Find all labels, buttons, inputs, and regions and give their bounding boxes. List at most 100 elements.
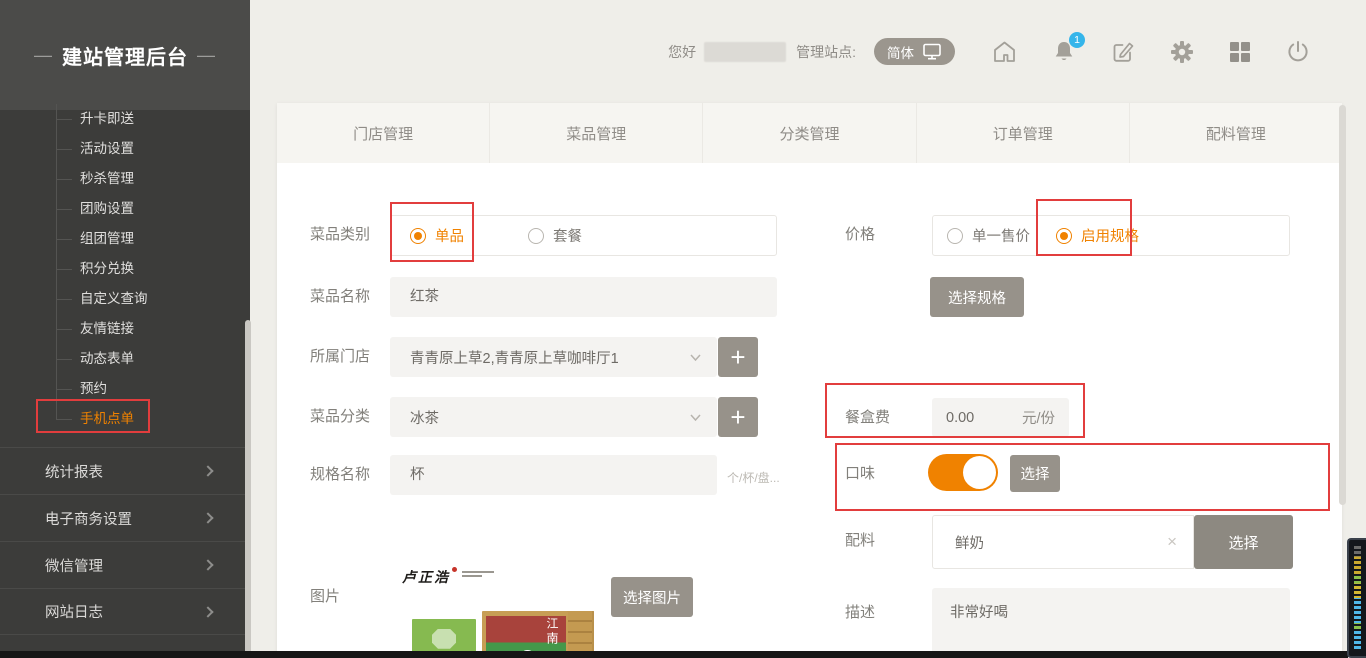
settings-button[interactable] xyxy=(1169,39,1195,65)
add-store-button[interactable]: + xyxy=(718,337,758,377)
power-icon xyxy=(1285,39,1311,65)
store-select-value: 青青原上草2,青青原上草咖啡厅1 xyxy=(410,347,690,368)
box-fee-label: 餐盒费 xyxy=(845,408,890,428)
tab-category-manage[interactable]: 分类管理 xyxy=(703,103,916,163)
box-fee-field[interactable]: 0.00 元/份 xyxy=(932,398,1069,437)
radio-dish-type-combo[interactable]: 套餐 xyxy=(528,225,582,246)
edit-button[interactable] xyxy=(1110,39,1136,65)
apps-button[interactable] xyxy=(1228,40,1252,64)
chevron-down-icon xyxy=(690,414,701,421)
section-label: 统计报表 xyxy=(45,461,103,482)
tab-dish-manage[interactable]: 菜品管理 xyxy=(490,103,703,163)
dish-form: 菜品类别 单品 套餐 菜品名称 红茶 所属门店 青青原上草2,青青原上草咖啡厅1… xyxy=(277,163,1342,658)
chevron-right-icon xyxy=(202,606,213,617)
sidebar-item-group-buy[interactable]: 团购设置 xyxy=(0,194,250,224)
app-title: — 建站管理后台 — xyxy=(0,0,250,110)
sidebar-item-friend-links[interactable]: 友情链接 xyxy=(0,314,250,344)
tab-store-manage[interactable]: 门店管理 xyxy=(277,103,490,163)
app-title-text: 建站管理后台 xyxy=(62,41,188,70)
minimap-dots xyxy=(1354,546,1361,650)
window-bottom-edge xyxy=(0,651,1348,658)
site-label: 管理站点: xyxy=(796,42,856,62)
content-scrollbar[interactable] xyxy=(1339,105,1346,505)
sidebar-item-team-manage[interactable]: 组团管理 xyxy=(0,224,250,254)
category-select[interactable]: 冰茶 xyxy=(390,397,717,437)
sidebar-item-mobile-ordering[interactable]: 手机点单 xyxy=(0,404,250,434)
sidebar-item-points-exchange[interactable]: 积分兑换 xyxy=(0,254,250,284)
sidebar-menu: 升卡即送 活动设置 秒杀管理 团购设置 组团管理 积分兑换 自定义查询 友情链接… xyxy=(0,104,250,434)
brand-subtext xyxy=(462,571,494,579)
dish-name-label: 菜品名称 xyxy=(310,287,370,307)
spec-name-input[interactable]: 杯 xyxy=(390,455,717,495)
language-site-pill[interactable]: 简体 xyxy=(874,38,955,65)
toggle-knob xyxy=(963,456,996,489)
radio-off-icon xyxy=(947,228,963,244)
box-fee-unit: 元/份 xyxy=(1022,407,1055,428)
spec-name-label: 规格名称 xyxy=(310,465,370,485)
sidebar-item-reservation[interactable]: 预约 xyxy=(0,374,250,404)
store-label: 所属门店 xyxy=(310,347,370,367)
radio-dish-type-single[interactable]: 单品 xyxy=(410,225,464,246)
ingredient-input[interactable]: 鲜奶 × xyxy=(932,515,1194,569)
description-label: 描述 xyxy=(845,603,875,623)
flavor-choose-button[interactable]: 选择 xyxy=(1010,455,1060,492)
ingredient-choose-button[interactable]: 选择 xyxy=(1194,515,1293,569)
clear-icon[interactable]: × xyxy=(1167,532,1177,552)
store-select[interactable]: 青青原上草2,青青原上草咖啡厅1 xyxy=(390,337,717,377)
ingredient-value: 鲜奶 xyxy=(955,532,984,553)
sidebar-section-statistics[interactable]: 统计报表 xyxy=(0,447,250,494)
chevron-right-icon xyxy=(202,559,213,570)
sidebar-section-wechat[interactable]: 微信管理 xyxy=(0,541,250,588)
flavor-toggle[interactable] xyxy=(928,454,998,491)
dish-name-input[interactable]: 红茶 xyxy=(390,277,777,317)
category-select-value: 冰茶 xyxy=(410,407,690,428)
monitor-icon xyxy=(922,43,942,60)
sidebar-item-dynamic-form[interactable]: 动态表单 xyxy=(0,344,250,374)
section-label: 网站日志 xyxy=(45,601,103,622)
radio-label-single: 单品 xyxy=(435,225,464,246)
sidebar-scrollbar[interactable] xyxy=(245,320,251,658)
chevron-right-icon xyxy=(202,512,213,523)
choose-image-button[interactable]: 选择图片 xyxy=(611,577,693,617)
add-category-button[interactable]: + xyxy=(718,397,758,437)
dish-type-radio-group: 单品 套餐 xyxy=(390,215,777,256)
scroll-minimap-widget[interactable] xyxy=(1347,538,1366,658)
choose-spec-button[interactable]: 选择规格 xyxy=(930,277,1024,317)
gear-icon xyxy=(1169,39,1195,65)
sidebar-item-card-gift[interactable]: 升卡即送 xyxy=(0,104,250,134)
spec-name-hint: 个/杯/盘... xyxy=(727,469,780,486)
edit-icon xyxy=(1110,39,1136,65)
description-textarea[interactable]: 非常好喝 xyxy=(932,588,1290,658)
section-label: 微信管理 xyxy=(45,555,103,576)
radio-price-spec[interactable]: 启用规格 xyxy=(1056,225,1139,246)
ingredient-label: 配料 xyxy=(845,531,875,551)
home-button[interactable] xyxy=(991,39,1018,65)
sidebar-item-flash-sale[interactable]: 秒杀管理 xyxy=(0,164,250,194)
greeting-text: 您好 xyxy=(668,42,696,62)
sidebar-item-activity-settings[interactable]: 活动设置 xyxy=(0,134,250,164)
sidebar-section-ecommerce[interactable]: 电子商务设置 xyxy=(0,494,250,541)
box-fee-value: 0.00 xyxy=(946,410,974,426)
radio-label-single-price: 单一售价 xyxy=(972,225,1030,246)
sidebar-item-custom-query[interactable]: 自定义查询 xyxy=(0,284,250,314)
sidebar-sections: 统计报表 电子商务设置 微信管理 网站日志 xyxy=(0,447,250,635)
price-radio-group: 单一售价 启用规格 xyxy=(932,215,1290,256)
radio-label-combo: 套餐 xyxy=(553,225,582,246)
tab-ingredient-manage[interactable]: 配料管理 xyxy=(1130,103,1342,163)
notifications-button[interactable]: 1 xyxy=(1051,39,1077,65)
product-image: 卢正浩 江南 绝 卢正浩 xyxy=(390,561,612,658)
topbar: 您好 管理站点: 简体 1 xyxy=(250,0,1366,103)
description-value: 非常好喝 xyxy=(950,605,1008,621)
sidebar: — 建站管理后台 — 升卡即送 活动设置 秒杀管理 团购设置 组团管理 积分兑换… xyxy=(0,0,250,658)
title-dash-left: — xyxy=(34,45,53,66)
notification-badge: 1 xyxy=(1069,32,1085,48)
category-label: 菜品分类 xyxy=(310,407,370,427)
tab-order-manage[interactable]: 订单管理 xyxy=(917,103,1130,163)
logout-button[interactable] xyxy=(1285,39,1311,65)
brand-logo-text: 卢正浩 xyxy=(402,567,450,587)
content-card: 门店管理 菜品管理 分类管理 订单管理 配料管理 菜品类别 单品 套餐 菜品名称… xyxy=(277,103,1342,658)
radio-price-single[interactable]: 单一售价 xyxy=(947,225,1030,246)
language-pill-label: 简体 xyxy=(887,42,914,62)
radio-on-icon xyxy=(410,228,426,244)
sidebar-section-site-logs[interactable]: 网站日志 xyxy=(0,588,250,635)
